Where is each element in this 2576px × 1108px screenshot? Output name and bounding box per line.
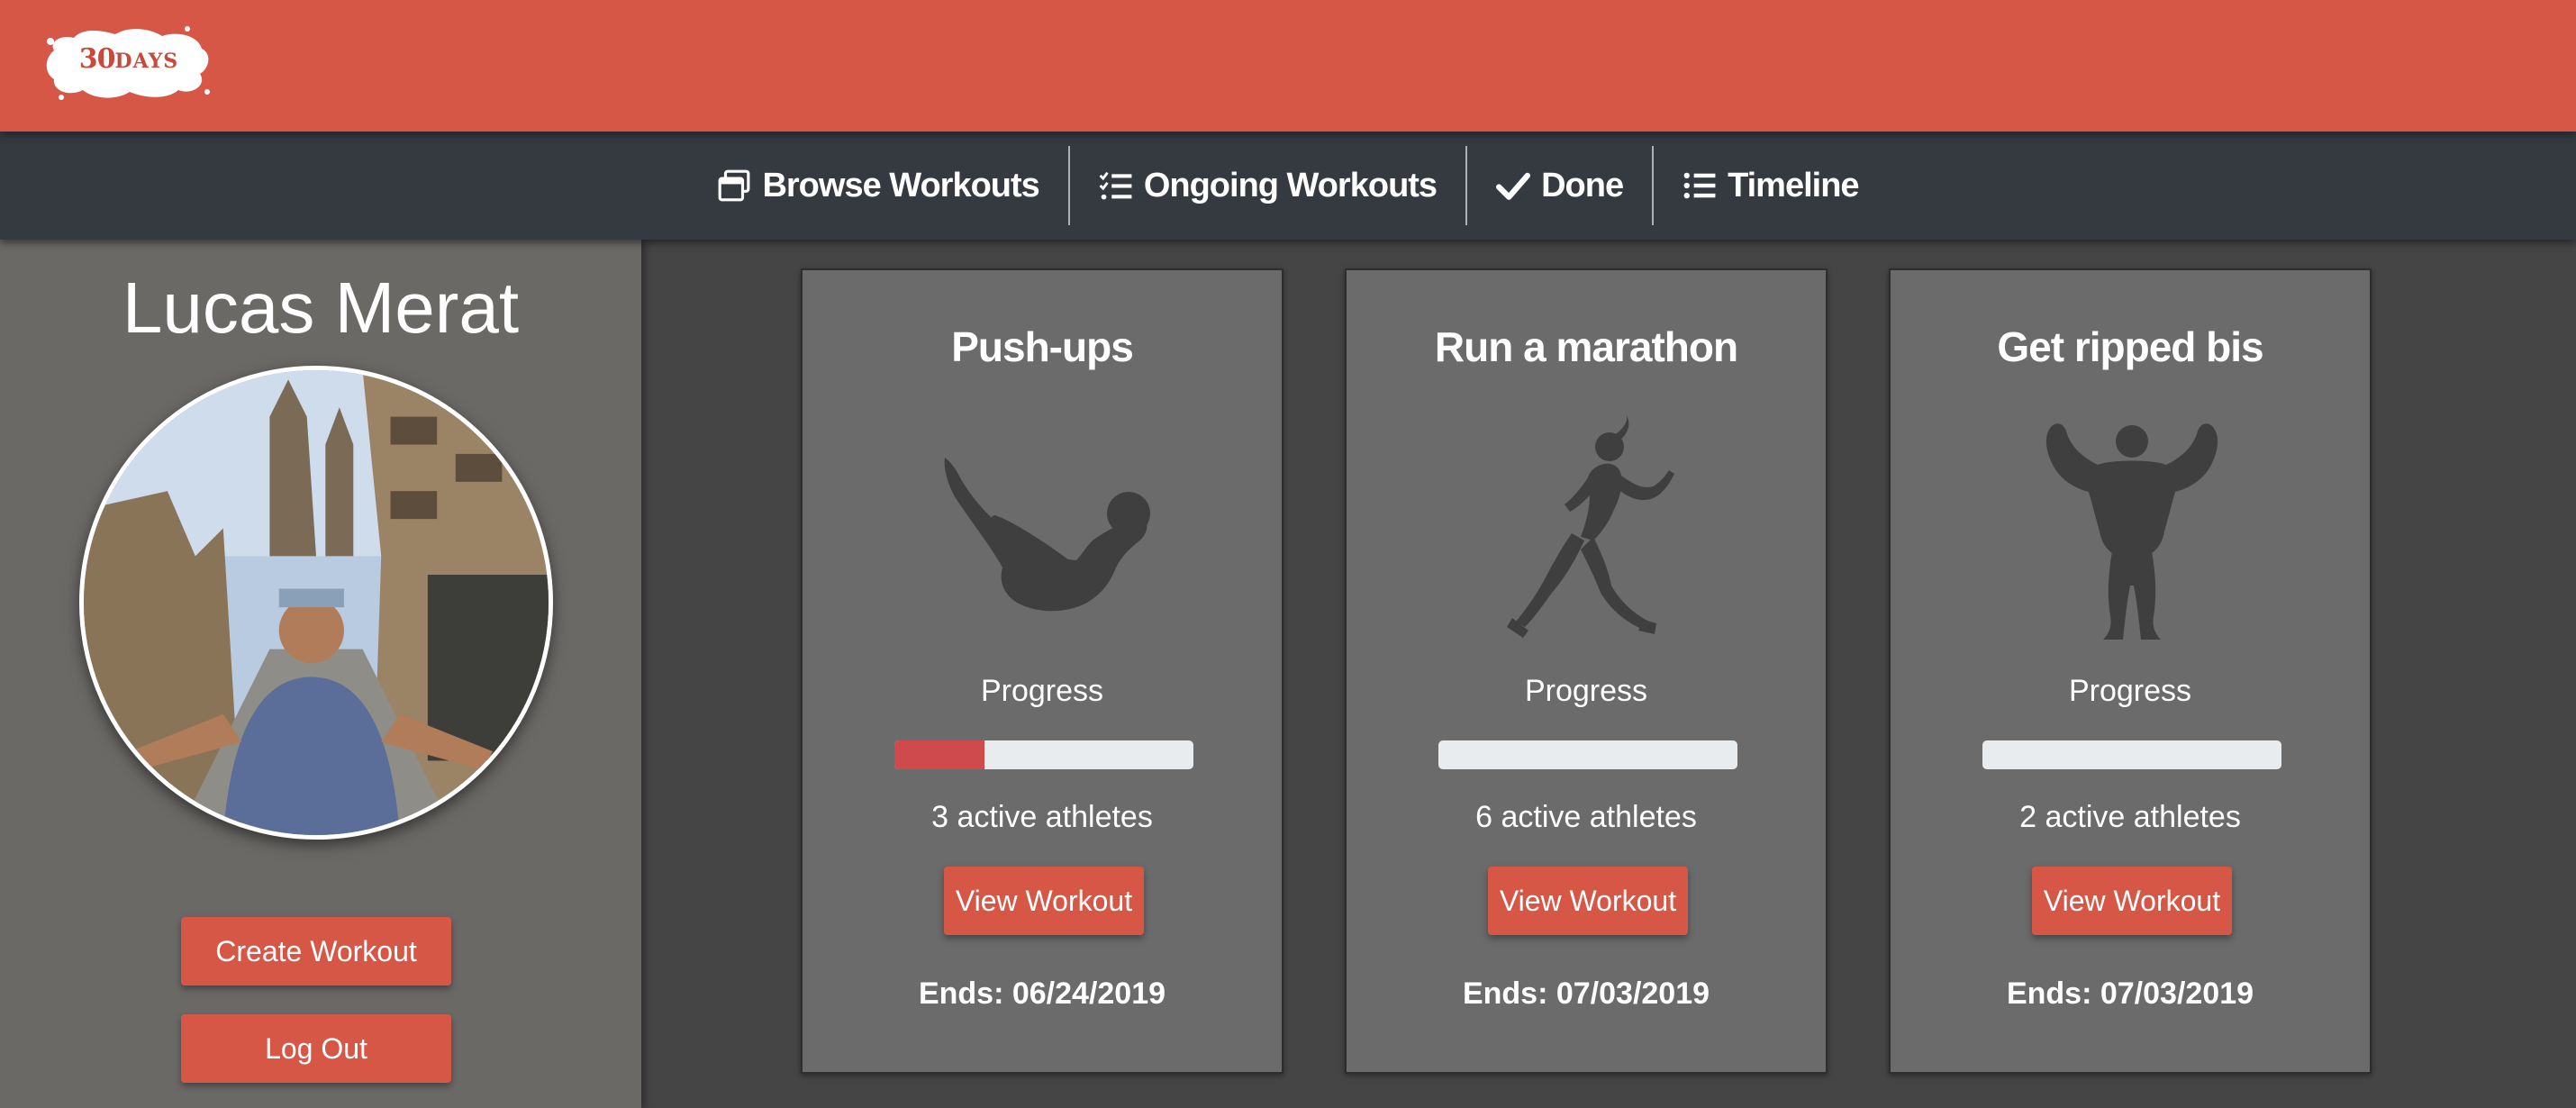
logo-number: 30 (78, 43, 116, 75)
active-athletes: 3 active athletes (931, 800, 1153, 834)
main-nav: Browse Workouts Ongoing Workouts Done Ti… (0, 132, 2576, 240)
nav-done[interactable]: Done (1465, 146, 1652, 225)
nav-ongoing-workouts[interactable]: Ongoing Workouts (1067, 146, 1465, 225)
top-bar: 30DAYS (0, 0, 2576, 132)
progress-label: Progress (980, 674, 1104, 708)
list-icon (1683, 168, 1717, 203)
nav-done-label: Done (1541, 166, 1624, 204)
profile-sidebar: Lucas Merat Create Workout Log Out (0, 240, 641, 1108)
nav-browse-workouts-label: Browse Workouts (762, 166, 1039, 204)
workout-title: Run a marathon (1434, 323, 1738, 370)
workout-card: Get ripped bis Progress 2 active athlete… (1889, 268, 2372, 1074)
active-athletes: 2 active athletes (2019, 800, 2241, 834)
pushup-figure-icon (909, 414, 1179, 649)
progress-bar (1438, 740, 1737, 769)
workout-card: Run a marathon Progress 6 active athlete… (1345, 268, 1828, 1074)
create-workout-button[interactable]: Create Workout (181, 917, 451, 985)
active-athletes: 6 active athletes (1475, 800, 1697, 834)
nav-timeline[interactable]: Timeline (1652, 146, 1887, 225)
workout-title: Get ripped bis (1997, 323, 2263, 370)
end-date: Ends: 07/03/2019 (1462, 976, 1710, 1011)
app-logo[interactable]: 30DAYS (43, 23, 214, 103)
end-date: Ends: 07/03/2019 (2006, 976, 2254, 1011)
workout-title: Push-ups (951, 323, 1134, 370)
progress-label: Progress (1524, 674, 1648, 708)
runner-figure-icon (1453, 414, 1723, 649)
view-workout-button[interactable]: View Workout (1488, 867, 1688, 935)
workout-card: Push-ups Progress 3 active athletes View… (801, 268, 1283, 1074)
view-workout-button[interactable]: View Workout (2032, 867, 2232, 935)
profile-photo (84, 370, 549, 835)
avatar (79, 366, 553, 840)
log-out-button[interactable]: Log Out (181, 1014, 451, 1083)
logo-text: 30DAYS (43, 43, 214, 75)
progress-bar (1982, 740, 2281, 769)
progress-label: Progress (2068, 674, 2192, 708)
nav-browse-workouts[interactable]: Browse Workouts (688, 146, 1067, 225)
logo-word: DAYS (114, 50, 179, 73)
user-name: Lucas Merat (122, 268, 520, 348)
check-icon (1496, 168, 1531, 203)
windows-icon (717, 168, 751, 203)
progress-bar (894, 740, 1193, 769)
progress-fill (894, 740, 984, 769)
view-workout-button[interactable]: View Workout (944, 867, 1144, 935)
checklist-icon (1099, 168, 1133, 203)
nav-timeline-label: Timeline (1728, 166, 1859, 204)
bodybuilder-figure-icon (1997, 414, 2267, 649)
nav-ongoing-workouts-label: Ongoing Workouts (1143, 166, 1438, 204)
end-date: Ends: 06/24/2019 (918, 976, 1166, 1011)
